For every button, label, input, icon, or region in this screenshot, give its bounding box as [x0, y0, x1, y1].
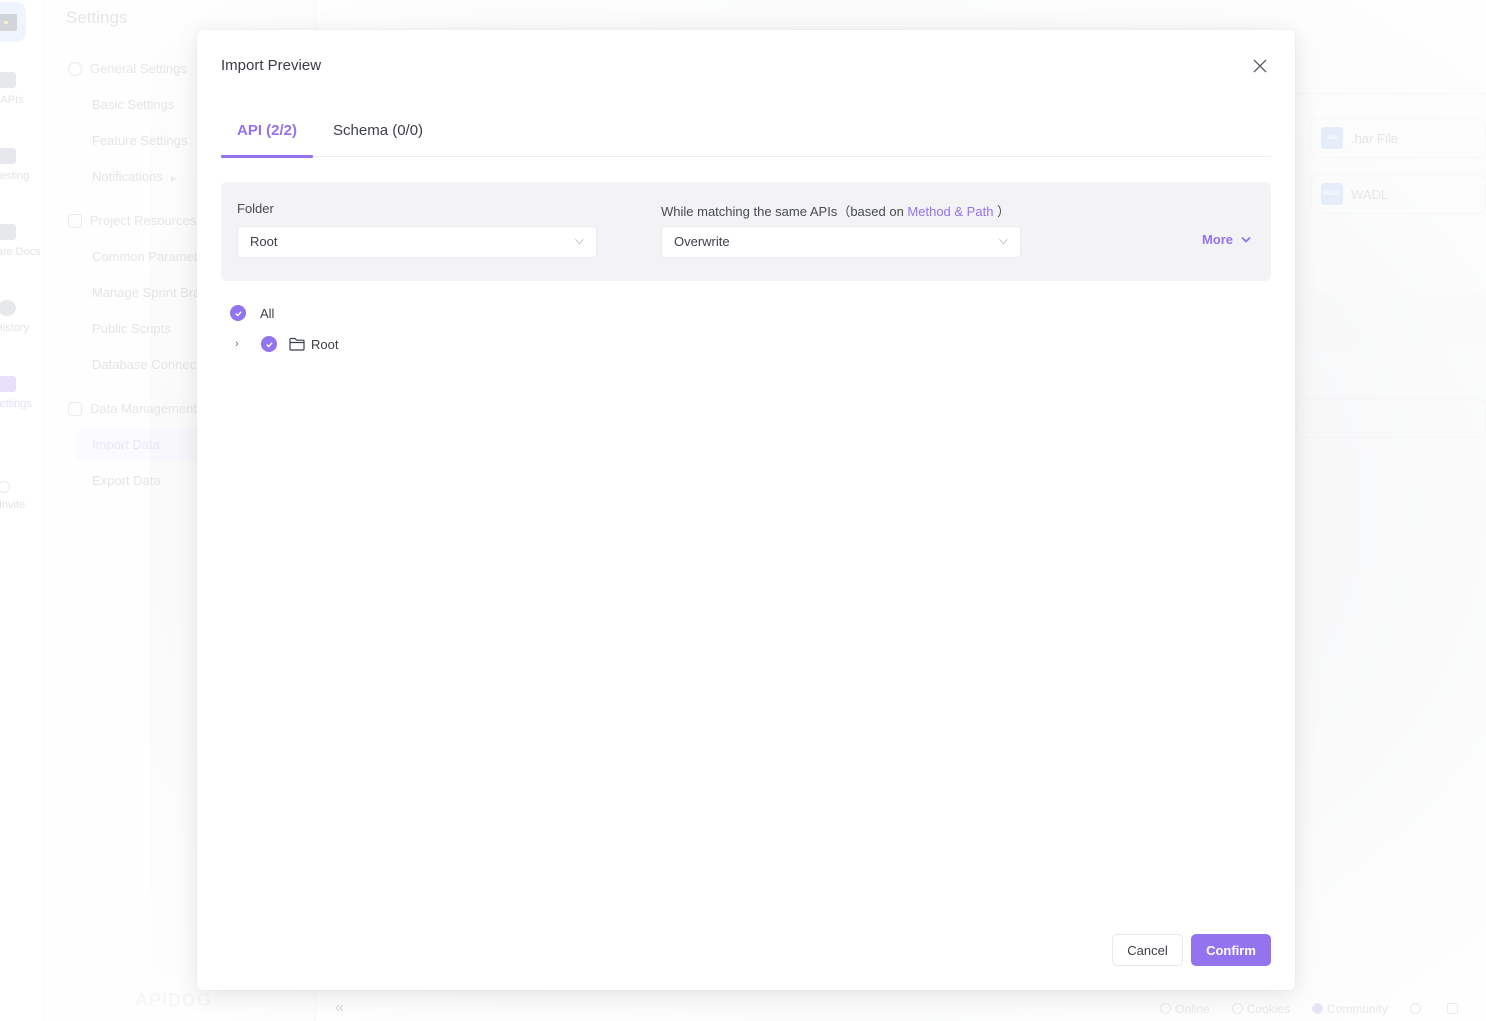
cancel-button[interactable]: Cancel	[1112, 934, 1183, 966]
check-icon	[234, 310, 242, 316]
check-icon	[265, 341, 273, 347]
tab-bar: API (2/2) Schema (0/0)	[221, 110, 1271, 158]
tab-schema[interactable]: Schema (0/0)	[317, 110, 439, 157]
confirm-button[interactable]: Confirm	[1191, 934, 1271, 966]
tree-row-all[interactable]: All	[230, 305, 274, 321]
all-label: All	[260, 305, 275, 321]
modal-title: Import Preview	[221, 57, 322, 74]
folder-icon	[289, 337, 305, 351]
chevron-down-icon	[1241, 236, 1251, 243]
tree-row-root[interactable]: › Root	[235, 336, 338, 352]
matching-behavior-select[interactable]: Overwrite	[661, 226, 1021, 258]
chevron-down-icon	[999, 238, 1008, 245]
folder-label: Folder	[237, 201, 274, 216]
import-preview-modal: Import Preview API (2/2) Schema (0/0) Fo…	[197, 30, 1295, 990]
close-icon	[1253, 59, 1267, 73]
matching-label: While matching the same APIs（based on Me…	[661, 204, 1011, 219]
import-options-panel: Folder Root While matching the same APIs…	[221, 182, 1271, 281]
more-options-button[interactable]: More	[1202, 232, 1251, 247]
matching-behavior-value: Overwrite	[674, 234, 730, 249]
folder-select[interactable]: Root	[237, 226, 597, 258]
folder-select-value: Root	[250, 234, 278, 249]
expand-chevron-icon[interactable]: ›	[235, 338, 245, 350]
close-button[interactable]	[1249, 55, 1271, 77]
chevron-down-icon	[575, 238, 584, 245]
root-label: Root	[311, 336, 339, 352]
root-checkbox[interactable]	[261, 336, 277, 352]
tab-api[interactable]: API (2/2)	[221, 110, 314, 158]
select-all-checkbox[interactable]	[230, 305, 246, 321]
method-path-link: Method & Path	[907, 204, 994, 219]
